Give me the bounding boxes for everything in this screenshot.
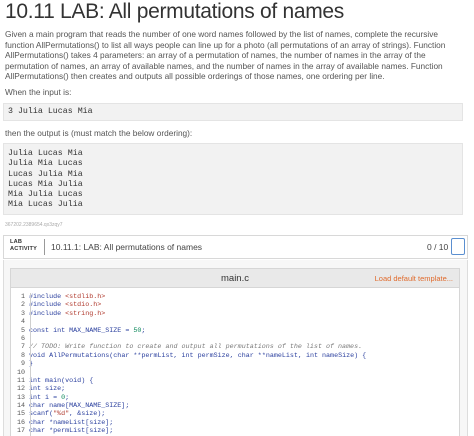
code-text: void AllPermutations(char **permList, in… — [29, 351, 367, 360]
problem-description: Given a main program that reads the numb… — [5, 29, 446, 82]
gutter-divider — [30, 351, 31, 361]
code-line[interactable]: 4 — [11, 318, 459, 327]
input-example-box: 3 Julia Lucas Mia — [3, 103, 463, 121]
code-line[interactable]: 11 int main(void) { — [11, 376, 459, 386]
gutter-divider — [30, 334, 31, 344]
code-editor[interactable]: 1 #include <stdlib.h> 2 #include <stdio.h> 3… — [10, 288, 460, 436]
code-line[interactable]: 10 — [11, 368, 459, 377]
output-line: Julia Mia Lucas — [8, 159, 83, 169]
gutter-divider — [30, 418, 31, 428]
code-line[interactable]: 3 #include <string.h> — [11, 309, 459, 319]
code-line[interactable]: 8 void AllPermutations(char **permList, i… — [11, 351, 459, 361]
code-text: const int MAX_NAME_SIZE = 50; — [29, 326, 146, 335]
output-line: Lucas Mia Julia — [8, 179, 83, 189]
input-line: 3 Julia Lucas Mia — [8, 107, 93, 116]
code-line[interactable]: 15 scanf("%d", &size); — [11, 410, 459, 419]
code-text: char name[MAX_NAME_SIZE]; — [29, 402, 130, 411]
line-number: 17 — [16, 427, 25, 436]
lab-activity-tag: LAB ACTIVITY — [10, 239, 37, 253]
line-number: 14 — [16, 402, 25, 411]
code-line[interactable]: 2 #include <stdio.h> — [11, 301, 459, 310]
code-line[interactable]: 12 int size; — [11, 385, 459, 394]
lab-divider — [44, 239, 45, 255]
gutter-divider — [30, 309, 31, 319]
code-text: #include <string.h> — [29, 309, 106, 318]
line-number: 1 — [20, 293, 25, 301]
lab-activity-header: LAB ACTIVITY 10.11.1: LAB: All permutati… — [3, 235, 468, 259]
line-number: 6 — [20, 334, 25, 343]
output-line: Mia Julia Lucas — [8, 190, 83, 200]
code-text: char *nameList[size]; — [29, 418, 114, 427]
score-badge-icon — [451, 238, 465, 255]
gutter-divider — [30, 343, 31, 352]
input-label: When the input is: — [5, 87, 72, 97]
output-line: Lucas Julia Mia — [8, 169, 83, 179]
line-number: 5 — [20, 326, 25, 335]
lab-title: 10.11.1: LAB: All permutations of names — [51, 242, 203, 252]
output-line: Julia Lucas Mia — [8, 149, 83, 158]
gutter-divider — [30, 293, 31, 302]
gutter-divider — [30, 393, 31, 403]
code-line[interactable]: 17 char *permList[size]; — [11, 427, 459, 436]
code-text: int main(void) { — [29, 376, 94, 385]
code-text: #include <stdlib.h> — [29, 293, 106, 301]
line-number: 12 — [16, 385, 25, 394]
code-text: char *permList[size]; — [29, 427, 114, 436]
gutter-divider — [30, 402, 31, 411]
gutter-divider — [30, 326, 31, 335]
code-line[interactable]: 5 const int MAX_NAME_SIZE = 50; — [11, 326, 459, 335]
line-number: 3 — [20, 309, 25, 318]
lab-tag-line2: ACTIVITY — [10, 246, 38, 252]
gutter-divider — [30, 427, 31, 436]
code-text: int size; — [29, 385, 66, 394]
code-text: scanf("%d", &size); — [29, 410, 106, 419]
gutter-divider — [30, 410, 31, 419]
output-line: Mia Lucas Julia — [8, 200, 83, 210]
code-line[interactable]: 16 char *nameList[size]; — [11, 418, 459, 428]
line-number: 9 — [20, 360, 25, 369]
editor-toolbar: main.c Load default template... — [10, 268, 460, 288]
code-text: // TODO: Write function to create and ou… — [29, 343, 363, 352]
code-line[interactable]: 13 int i = 0; — [11, 393, 459, 403]
line-number: 16 — [16, 418, 25, 427]
line-number: 8 — [20, 351, 25, 360]
code-text: int i = 0; — [29, 393, 70, 402]
lab-tag-line1: LAB — [10, 239, 23, 245]
line-number: 15 — [16, 410, 25, 419]
code-line[interactable]: 7 // TODO: Write function to create and o… — [11, 343, 459, 352]
line-number: 11 — [16, 376, 25, 385]
line-number: 2 — [20, 301, 25, 310]
code-line[interactable]: 9} — [11, 360, 459, 369]
content-id: 367202.2389654.qx3zqy7 — [5, 222, 63, 228]
page-title: 10.11 LAB: All permutations of names — [5, 0, 345, 23]
gutter-divider — [30, 360, 31, 369]
load-default-template-link[interactable]: Load default template... — [375, 274, 453, 283]
output-example-box: Julia Lucas Mia Julia Mia Lucas Lucas Ju… — [3, 143, 463, 215]
line-number: 13 — [16, 393, 25, 402]
code-line[interactable]: 1 #include <stdlib.h> — [11, 293, 459, 302]
code-text: #include <stdio.h> — [29, 301, 102, 310]
gutter-divider — [30, 376, 31, 386]
gutter-divider — [30, 368, 31, 377]
output-label: then the output is (must match the below… — [5, 128, 193, 138]
line-number: 10 — [16, 368, 25, 377]
lab-score: 0 / 10 — [427, 242, 449, 252]
gutter-divider — [30, 301, 31, 310]
gutter-divider — [30, 318, 31, 327]
gutter-divider — [30, 385, 31, 394]
line-number: 7 — [20, 343, 25, 352]
line-number: 4 — [20, 318, 25, 327]
code-line[interactable]: 6 — [11, 334, 459, 344]
code-line[interactable]: 14 char name[MAX_NAME_SIZE]; — [11, 402, 459, 411]
